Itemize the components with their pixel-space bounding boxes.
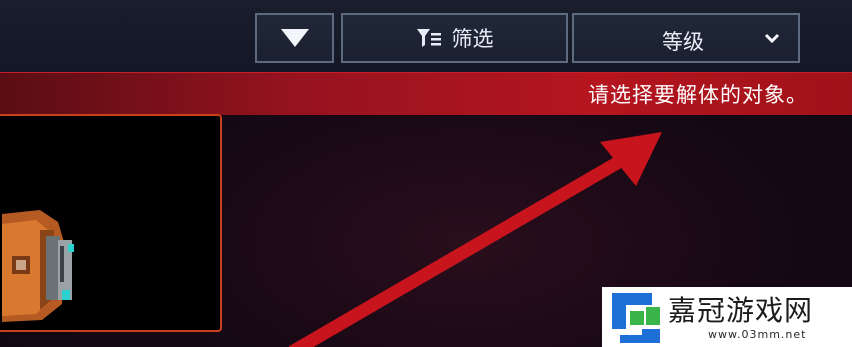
filter-button[interactable]: 筛选 [341, 13, 568, 63]
selected-item-card[interactable] [0, 114, 222, 332]
level-label: 等级 [662, 30, 704, 54]
top-toolbar: 筛选 等级 [0, 0, 852, 72]
watermark-url: www.03mm.net [708, 328, 807, 341]
filter-icon [416, 29, 441, 47]
watermark-site-name: 嘉冠游戏网 [668, 294, 814, 327]
instruction-banner: 请选择要解体的对象。 [0, 72, 852, 115]
filter-label: 筛选 [451, 27, 494, 51]
item-icon [2, 210, 74, 322]
site-logo-icon [612, 293, 660, 343]
sort-order-button[interactable] [255, 13, 334, 63]
chevron-down-icon [764, 33, 780, 44]
triangle-down-icon [280, 29, 309, 47]
banner-text: 请选择要解体的对象。 [588, 83, 808, 107]
level-sort-dropdown[interactable]: 等级 [572, 13, 800, 63]
site-watermark: 嘉冠游戏网 www.03mm.net [602, 287, 852, 347]
